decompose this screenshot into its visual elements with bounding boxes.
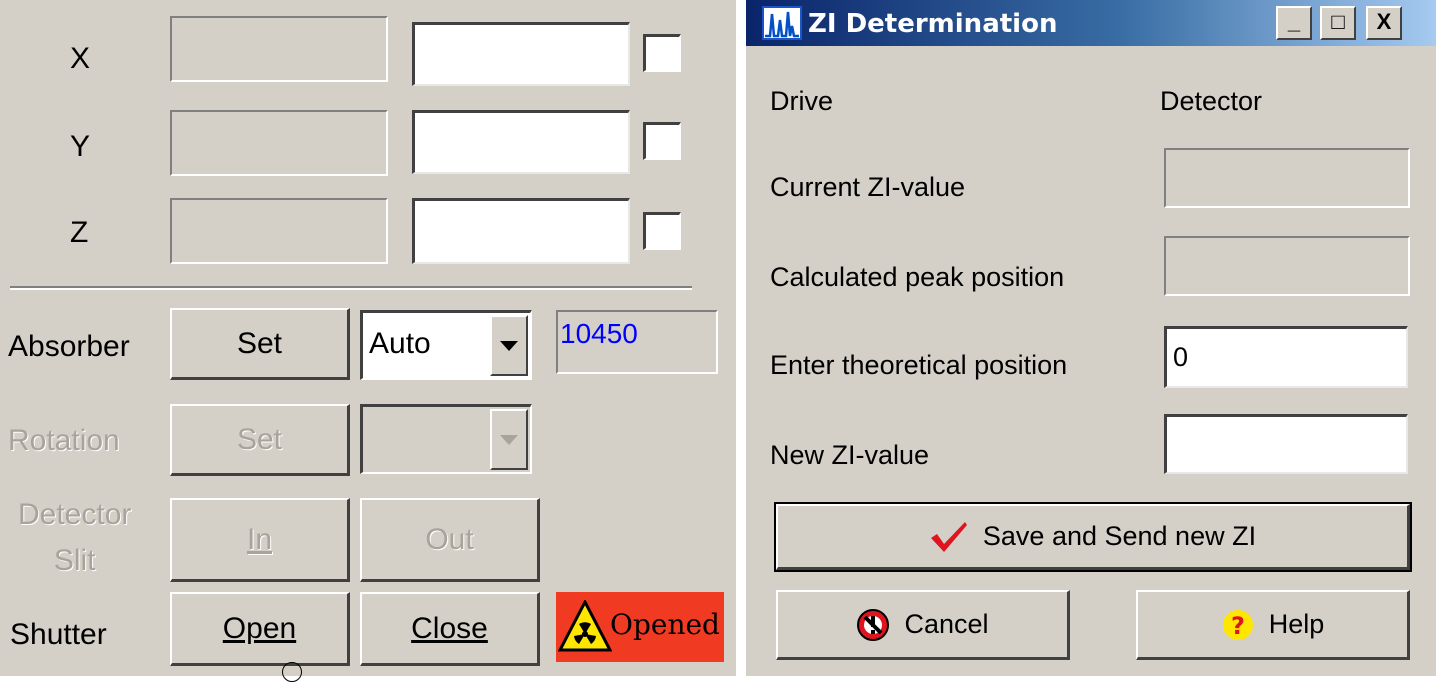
title-bar[interactable]: ZI Determination _ □ X — [746, 0, 1436, 46]
shutter-open-button[interactable]: Open — [170, 592, 350, 666]
calculated-peak-label: Calculated peak position — [770, 262, 1065, 292]
y-target-input[interactable] — [412, 110, 630, 174]
shutter-status-text: Opened — [610, 608, 720, 641]
minimize-button[interactable]: _ — [1276, 6, 1312, 40]
detector-slit-label-line1: Detector — [18, 498, 132, 531]
z-target-input[interactable] — [412, 198, 630, 264]
x-axis-label: X — [70, 42, 91, 75]
detector-slit-label-line2: Slit — [53, 544, 96, 577]
svg-text:?: ? — [1231, 612, 1245, 640]
shutter-open-label: Open — [222, 611, 297, 645]
theoretical-position-label: Enter theoretical position — [770, 350, 1068, 380]
close-button[interactable]: X — [1366, 6, 1402, 40]
y-enable-checkbox[interactable] — [643, 122, 681, 160]
detector-slit-in-button[interactable]: In — [170, 498, 350, 582]
zi-determination-dialog: ZI Determination _ □ X Drive Detector Cu… — [746, 0, 1436, 676]
x-current-field — [170, 16, 388, 82]
help-label: Help — [1268, 609, 1325, 639]
z-current-field — [170, 198, 388, 264]
rotation-label: Rotation — [8, 424, 120, 457]
absorber-set-label: Set — [236, 326, 283, 360]
absorber-set-button[interactable]: Set — [170, 308, 350, 380]
x-target-input[interactable] — [412, 22, 630, 86]
help-button[interactable]: ? Help — [1136, 590, 1410, 660]
current-zi-field — [1164, 148, 1410, 208]
save-and-send-label: Save and Send new ZI — [982, 521, 1257, 551]
cursor-ring-icon — [282, 662, 302, 682]
shutter-label: Shutter — [10, 618, 107, 651]
detector-slit-in-label: In — [246, 522, 273, 556]
save-and-send-button[interactable]: Save and Send new ZI — [774, 502, 1412, 572]
cancel-label: Cancel — [904, 609, 989, 639]
calculated-peak-field — [1164, 236, 1410, 296]
y-current-field — [170, 110, 388, 176]
z-enable-checkbox[interactable] — [643, 212, 681, 250]
checkmark-icon — [930, 521, 967, 552]
instrument-control-panel: X Y Z Absorber Set Auto 10450 Rotation S… — [0, 0, 736, 682]
absorber-value: 10450 — [560, 318, 638, 349]
cancel-icon — [857, 608, 890, 641]
rotation-dropdown[interactable] — [360, 404, 532, 474]
z-axis-label: Z — [70, 216, 89, 249]
current-zi-label: Current ZI-value — [770, 172, 966, 202]
dialog-title: ZI Determination — [808, 9, 1058, 39]
rotation-set-button[interactable]: Set — [170, 404, 350, 476]
peak-graph-icon — [762, 6, 802, 40]
section-divider — [10, 286, 692, 290]
maximize-button[interactable]: □ — [1320, 6, 1356, 40]
shutter-status-badge: Opened — [556, 592, 724, 662]
detector-slit-out-label: Out — [425, 522, 474, 556]
y-axis-label: Y — [70, 130, 91, 163]
absorber-label: Absorber — [8, 330, 130, 363]
detector-slit-label: Detector Slit — [18, 492, 131, 584]
help-icon: ? — [1222, 609, 1253, 640]
new-zi-field — [1164, 414, 1408, 474]
chevron-down-icon[interactable] — [490, 409, 528, 470]
cancel-button[interactable]: Cancel — [776, 590, 1070, 660]
radiation-warning-icon — [558, 600, 612, 652]
absorber-value-field: 10450 — [556, 310, 718, 374]
new-zi-label: New ZI-value — [770, 440, 930, 470]
detector-slit-out-button[interactable]: Out — [360, 498, 540, 582]
x-enable-checkbox[interactable] — [643, 34, 681, 72]
shutter-close-button[interactable]: Close — [360, 592, 540, 666]
absorber-mode-value: Auto — [369, 327, 431, 360]
drive-header: Drive — [770, 86, 834, 116]
shutter-close-label: Close — [411, 611, 488, 645]
detector-header: Detector — [1160, 86, 1263, 116]
theoretical-position-input[interactable] — [1164, 326, 1408, 388]
rotation-set-label: Set — [236, 422, 283, 456]
chevron-down-icon[interactable] — [490, 315, 528, 376]
absorber-mode-dropdown[interactable]: Auto — [360, 310, 532, 380]
